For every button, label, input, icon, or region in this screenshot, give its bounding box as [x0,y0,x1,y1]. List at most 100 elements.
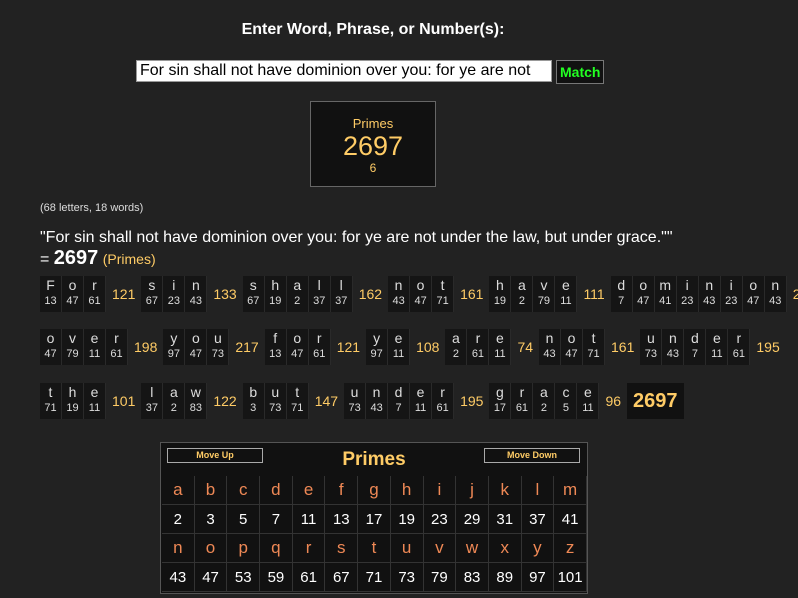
letter-cell: a2 [163,383,186,419]
word-sum: 195 [750,329,786,365]
letter: F [46,277,55,293]
letter-cell: d7 [388,383,411,419]
letter-value: 37 [335,295,348,307]
letter: r [736,330,742,346]
phrase-input[interactable] [136,60,552,82]
cipher-table-header: Move Up Primes Move Down [161,443,587,476]
letter-cell: t 71 [40,383,62,419]
letter-value: 47 [291,348,304,360]
word-group: h 19 a 2 v 79 e 11 111 [489,276,611,312]
letter-value: 2 [518,295,525,307]
letter-value: 61 [515,402,529,414]
letter-cell: o 47 [632,276,655,312]
letter-cell: i 23 [163,276,186,312]
letter: v [69,330,76,346]
letter: i [685,277,689,293]
cipher-letter: y [521,534,555,563]
move-down-button[interactable]: Move Down [484,448,580,463]
letter-cell: l 37 [308,276,331,312]
letter-cell: d7 [684,329,707,365]
letter-value: 17 [493,402,507,414]
letter: e [712,330,721,346]
letter-cell: n 43 [539,329,562,365]
word-group: u 73 n 43 d 7 e 11 r 61 195 [640,329,786,365]
cipher-letter: z [554,534,587,563]
word-group: a 2 r 61 e 11 74 [445,329,540,365]
letter: n [545,330,554,346]
letter-cell: n 43 [698,276,721,312]
letter-cell: o 47 [742,276,765,312]
letter-value: 11 [582,402,594,414]
word-group: o 47 v 79 e 11 r 61 198 [40,329,164,365]
letter-value: 19 [493,295,507,307]
letter-value: 43 [666,348,679,360]
letter-cell: l 37 [330,276,353,312]
letter-cell: o 47 [185,329,208,365]
letter-cell: t 71 [432,276,455,312]
cipher-value: 101 [554,563,587,592]
letter-value: 19 [66,402,79,414]
cipher-letter: f [325,476,359,505]
letter-value: 47 [44,348,57,360]
letter: e [584,384,592,400]
letter-cell: e 11 [84,383,106,419]
letter: a [540,384,548,400]
letter: l [317,277,321,293]
letter: e [90,330,99,346]
letter-word-count: (68 letters, 18 words) [40,202,144,214]
cipher-value: 13 [325,505,359,534]
cipher-value: 89 [488,563,522,592]
letter-cell: y 97 [366,329,389,365]
letter-cell: e 11 [489,329,512,365]
letter-cell: t 71 [286,383,309,419]
letter-value: 13 [44,295,57,307]
word-breakdown-row-1: F 13 o 47 r 61 121 s 67 i 23 n 43 133 s 67 h 19 a 2 l 37 l 37 16… [40,276,798,312]
letter: n [668,330,677,346]
cipher-value: 11 [292,505,326,534]
cipher-value: 19 [390,505,424,534]
letter-value: 97 [370,348,383,360]
result-box: Primes 2697 6 [310,101,436,187]
letter-value: 11 [414,402,427,414]
cipher-value: 17 [358,505,391,534]
letter-value: 47 [565,348,578,360]
word-group: n 43 o 47 t 71 161 [388,276,490,312]
word-sum: 108 [410,329,446,365]
word-sum: 121 [106,276,142,312]
letter: o [567,330,576,346]
word-group: u 73 n 43 d 7 e 11 r 61 195 [344,383,490,419]
word-sum: 198 [128,329,164,365]
letter-value: 79 [66,348,79,360]
letter-value: 11 [560,295,572,307]
cipher-letter: n [162,534,195,563]
word-sum: 274 [786,276,798,312]
letter: o [416,277,425,293]
letter-cell: a2 [286,276,309,312]
cipher-value: 5 [227,505,261,534]
letter-value: 23 [167,295,180,307]
letter: h [496,277,504,293]
cipher-letter: k [488,476,522,505]
letter-cell: v 79 [533,276,556,312]
letter-cell: r 61 [308,329,331,365]
letter: n [705,277,714,293]
letter: s [249,277,257,293]
letter-value: 13 [269,348,282,360]
word-sum: 195 [454,383,490,419]
letter-value: 61 [436,402,449,414]
letter-cell: n 43 [388,276,411,312]
letter: a [452,330,460,346]
cipher-table: Move Up Primes Move Down abcdefghijklm23… [160,442,588,594]
word-group: y 97 e 11 108 [366,329,446,365]
word-sum: 96 [599,383,628,419]
match-button[interactable]: Match [556,60,605,84]
letter: t [440,277,445,293]
cipher-value: 31 [488,505,522,534]
letter-cell: u 73 [264,383,287,419]
letter: s [148,277,156,293]
letter-cell: r 61 [84,276,106,312]
letter-value: 73 [211,348,224,360]
letter: e [496,330,504,346]
cipher-letter: t [358,534,391,563]
cipher-letter: x [488,534,522,563]
